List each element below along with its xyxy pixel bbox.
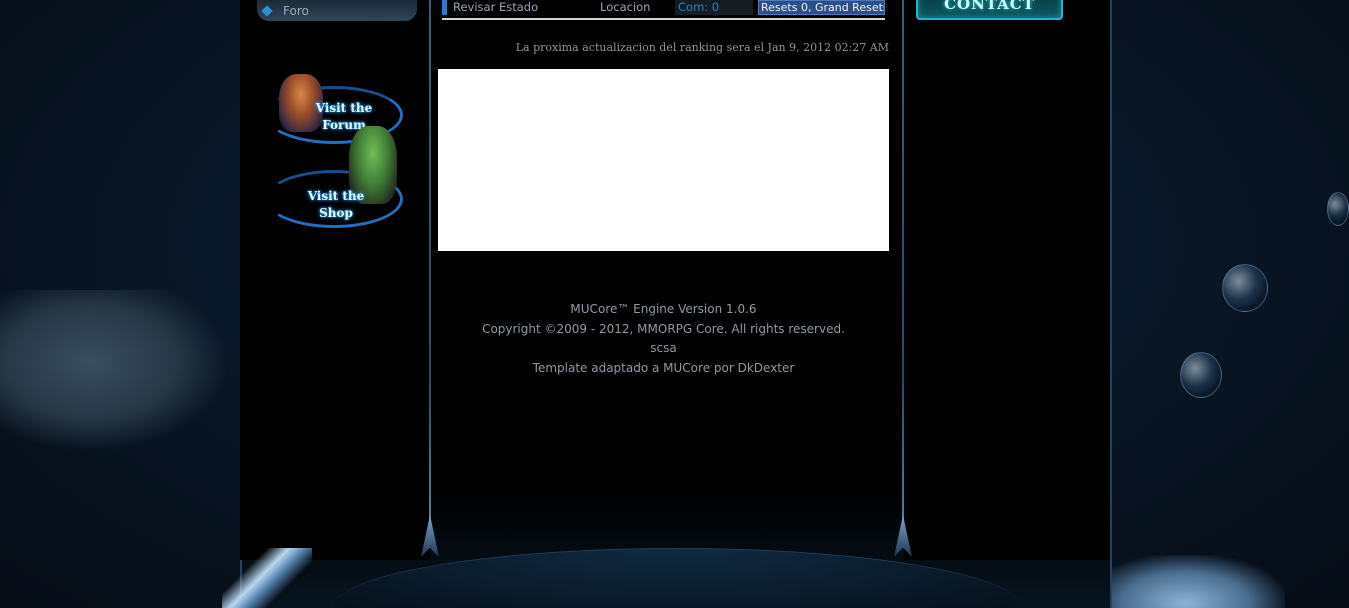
crystal-decoration — [222, 548, 312, 608]
bubble-decoration — [1327, 192, 1349, 226]
promo-line1: Visit the — [315, 101, 373, 115]
character-info-bar: Revisar Estado Locacion Com: 0 Resets 0,… — [442, 0, 885, 16]
engine-version: MUCore™ Engine Version 1.0.6 — [570, 302, 757, 316]
sidebar-item-foro[interactable]: Foro — [257, 0, 417, 21]
check-status-link[interactable]: Revisar Estado — [453, 0, 538, 14]
right-column — [904, 0, 1110, 560]
column-divider-left — [429, 0, 431, 540]
ice-decoration — [1085, 555, 1285, 608]
contact-label: CONTACT — [944, 0, 1035, 13]
com-value: Com: 0 — [675, 0, 753, 15]
content-panel — [438, 69, 889, 251]
diamond-bullet-icon — [261, 4, 273, 17]
promo-text: Visit the Shop — [295, 188, 377, 222]
resets-badge: Resets 0, Grand Resets 0 — [758, 0, 885, 15]
promo-line1: Visit the — [307, 189, 365, 203]
shark-decoration — [0, 290, 225, 450]
bubble-decoration — [1180, 352, 1222, 398]
visit-shop-button[interactable]: Visit the Shop — [265, 126, 403, 234]
location-label: Locacion — [600, 0, 651, 14]
contact-button[interactable]: CONTACT — [916, 0, 1063, 20]
header-separator — [442, 18, 885, 20]
sidebar-item-label: Foro — [283, 3, 309, 18]
footer: MUCore™ Engine Version 1.0.6 Copyright ©… — [438, 300, 889, 378]
copyright-text: Copyright ©2009 - 2012, MMORPG Core. All… — [482, 321, 845, 336]
ranking-update-note: La proxima actualizacion del ranking ser… — [515, 41, 889, 54]
site-name: scsa — [650, 341, 677, 355]
promo-line2: Shop — [319, 206, 353, 220]
column-divider-right — [902, 0, 904, 540]
row-marker — [442, 0, 447, 15]
bubble-decoration — [1222, 264, 1268, 312]
template-credit: Template adaptado a MUCore por DkDexter — [532, 360, 795, 375]
